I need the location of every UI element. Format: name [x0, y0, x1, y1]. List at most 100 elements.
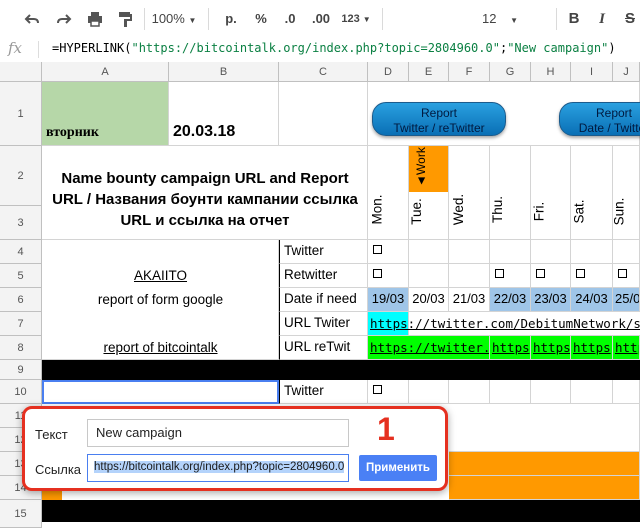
apply-button[interactable]: Применить — [359, 455, 437, 481]
link-text-input[interactable]: New campaign — [87, 419, 349, 447]
checkbox-icon[interactable] — [536, 269, 545, 278]
cell-i4[interactable] — [571, 240, 613, 264]
checkbox-icon[interactable] — [373, 269, 382, 278]
cell-j10[interactable] — [613, 380, 640, 404]
row-header-6[interactable]: 6 — [0, 288, 42, 312]
col-header-c[interactable]: C — [279, 62, 368, 82]
zoom-select[interactable]: 100% ▼ — [150, 8, 198, 30]
row-header-9[interactable]: 9 — [0, 360, 42, 380]
cell-f6[interactable]: 21/03 — [449, 288, 490, 312]
cell-g8[interactable]: https — [490, 336, 531, 360]
cell-h6[interactable]: 23/03 — [531, 288, 571, 312]
col-header-b[interactable]: B — [169, 62, 279, 82]
cells-f13-j13[interactable] — [449, 452, 640, 476]
retweet-url-link[interactable]: https://twitter.c — [370, 340, 489, 355]
retweet-url-link[interactable]: https — [533, 340, 570, 355]
col-header-g[interactable]: G — [490, 62, 531, 82]
col-header-d[interactable]: D — [368, 62, 409, 82]
cell-j2[interactable]: Sun. — [613, 146, 640, 240]
campaign-cell[interactable]: AKAIITO report of form google report of … — [42, 240, 279, 360]
col-header-f[interactable]: F — [449, 62, 490, 82]
cells-f11-j12[interactable] — [449, 404, 640, 452]
checkbox-icon[interactable] — [618, 269, 627, 278]
cell-a10-selected[interactable] — [42, 380, 279, 404]
col-header-j[interactable]: J — [613, 62, 640, 82]
italic-button[interactable]: I — [592, 8, 612, 30]
undo-icon[interactable] — [20, 8, 44, 30]
cell-h5[interactable] — [531, 264, 571, 288]
report-bitcointalk-link[interactable]: report of bitcointalk — [42, 340, 278, 355]
cell-e5[interactable] — [409, 264, 449, 288]
report-twitter-button[interactable]: Report Twitter / reTwitter — [372, 102, 506, 136]
col-header-a[interactable]: A — [42, 62, 169, 82]
retweet-url-link[interactable]: https — [492, 340, 530, 355]
row-header-8[interactable]: 8 — [0, 336, 42, 360]
print-icon[interactable] — [83, 8, 107, 30]
cell-d10[interactable] — [368, 380, 409, 404]
row-header-2[interactable]: 2 — [0, 146, 42, 206]
row-header-10[interactable]: 10 — [0, 380, 42, 404]
col-header-h[interactable]: H — [531, 62, 571, 82]
decrease-decimal-button[interactable]: .0 — [278, 8, 302, 30]
row-header-7[interactable]: 7 — [0, 312, 42, 336]
cell-g2[interactable]: Thu. — [490, 146, 531, 240]
cell-e2[interactable]: ◄Work Tue. — [409, 146, 449, 240]
row-header-5[interactable]: 5 — [0, 264, 42, 288]
formula-input[interactable]: =HYPERLINK("https://bitcointalk.org/inde… — [52, 41, 616, 55]
cell-g5[interactable] — [490, 264, 531, 288]
strikethrough-button[interactable]: S — [620, 8, 640, 30]
cell-g6[interactable]: 22/03 — [490, 288, 531, 312]
cell-j8[interactable]: https — [613, 336, 640, 360]
cell-g10[interactable] — [490, 380, 531, 404]
checkbox-icon[interactable] — [373, 385, 382, 394]
cell-h10[interactable] — [531, 380, 571, 404]
cell-i5[interactable] — [571, 264, 613, 288]
percent-button[interactable]: % — [250, 8, 272, 30]
checkbox-icon[interactable] — [576, 269, 585, 278]
cell-f4[interactable] — [449, 240, 490, 264]
retweet-url-link[interactable]: https — [615, 340, 639, 355]
row-header-15[interactable]: 15 — [0, 500, 42, 528]
checkbox-icon[interactable] — [495, 269, 504, 278]
cell-i6[interactable]: 24/03 — [571, 288, 613, 312]
row-header-1[interactable]: 1 — [0, 82, 42, 146]
report-date-twitter-button[interactable]: Report Date / Twitter — [559, 102, 640, 136]
cell-c7[interactable]: URL Twiter — [279, 312, 368, 336]
cell-d2[interactable]: Mon. — [368, 146, 409, 240]
twitter-url-link[interactable]: https://twitter.com/DebitumNetwork/sta — [370, 316, 640, 331]
cells-f14-j14[interactable] — [449, 476, 640, 500]
col-header-i[interactable]: I — [571, 62, 613, 82]
col-header-e[interactable]: E — [409, 62, 449, 82]
cell-c5[interactable]: Retwitter — [279, 264, 368, 288]
cell-e6[interactable]: 20/03 — [409, 288, 449, 312]
more-formats-select[interactable]: 123 ▼ — [338, 8, 374, 30]
cell-h4[interactable] — [531, 240, 571, 264]
cell-f10[interactable] — [449, 380, 490, 404]
cell-h8[interactable]: https — [531, 336, 571, 360]
cell-i2[interactable]: Sat. — [571, 146, 613, 240]
cell-j4[interactable] — [613, 240, 640, 264]
cell-e10[interactable] — [409, 380, 449, 404]
retweet-url-link[interactable]: https — [573, 340, 611, 355]
cell-e4[interactable] — [409, 240, 449, 264]
cell-g4[interactable] — [490, 240, 531, 264]
row-header-3[interactable]: 3 — [0, 206, 42, 240]
grid-corner[interactable] — [0, 62, 42, 82]
cell-d5[interactable] — [368, 264, 409, 288]
title-cell[interactable]: Name bounty campaign URL and Report URL … — [42, 146, 368, 240]
font-size-select[interactable]: 12 ▼ — [480, 8, 520, 30]
cell-i10[interactable] — [571, 380, 613, 404]
cell-j5[interactable] — [613, 264, 640, 288]
cell-j6[interactable]: 25/03 — [613, 288, 640, 312]
cell-c8[interactable]: URL reTwit — [279, 336, 368, 360]
cell-d4[interactable] — [368, 240, 409, 264]
cell-f5[interactable] — [449, 264, 490, 288]
row-header-4[interactable]: 4 — [0, 240, 42, 264]
increase-decimal-button[interactable]: .00 — [306, 8, 336, 30]
bold-button[interactable]: B — [564, 8, 584, 30]
cell-h2[interactable]: Fri. — [531, 146, 571, 240]
cell-d8[interactable]: https://twitter.c — [368, 336, 490, 360]
link-url-input[interactable]: https://bitcointalk.org/index.php?topic=… — [87, 454, 349, 482]
cell-c1[interactable] — [279, 82, 368, 146]
paint-format-icon[interactable] — [113, 8, 137, 30]
